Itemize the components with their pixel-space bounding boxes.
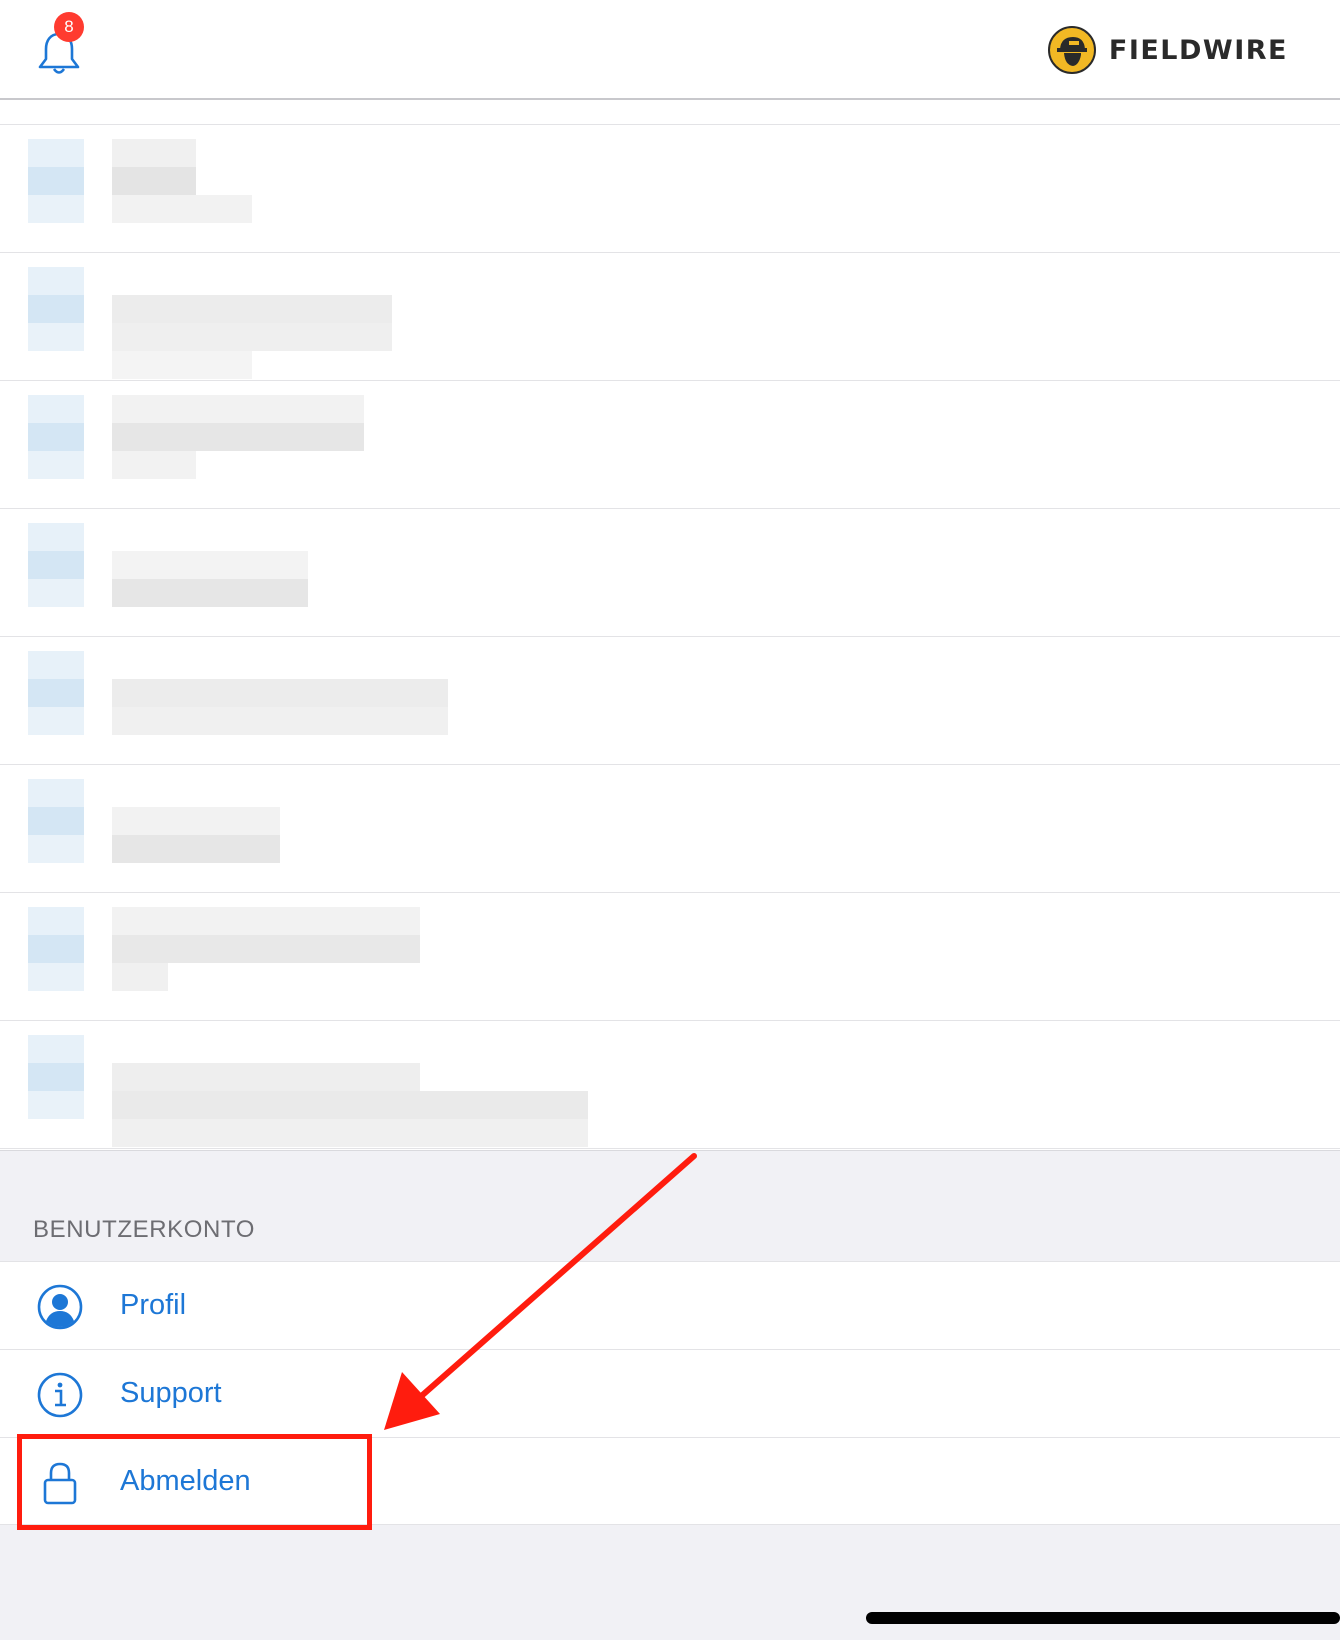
obscured-avatar-block: [28, 167, 84, 195]
project-row[interactable]: [0, 637, 1340, 765]
project-row[interactable]: [0, 893, 1340, 1021]
notification-badge: 8: [54, 12, 84, 42]
project-row[interactable]: [0, 381, 1340, 509]
user-circle-icon: [37, 1284, 83, 1330]
menu-item-label: Abmelden: [120, 1464, 251, 1497]
menu-item-support[interactable]: Support: [0, 1349, 1340, 1437]
account-menu: Profil Support Abmelden: [0, 1261, 1340, 1525]
obscured-text-block: [112, 679, 448, 707]
obscured-avatar-block: [28, 835, 84, 863]
obscured-text-block: [112, 807, 280, 835]
obscured-avatar-block: [28, 935, 84, 963]
fieldwire-logo-icon: [1047, 26, 1096, 74]
obscured-avatar-block: [28, 707, 84, 735]
lock-icon: [43, 1462, 77, 1505]
obscured-avatar-block: [28, 267, 84, 295]
obscured-text-block: [112, 1119, 588, 1147]
obscured-avatar-block: [28, 523, 84, 551]
obscured-avatar-block: [28, 579, 84, 607]
top-bar: 8 FIELDWIRE: [0, 0, 1340, 100]
menu-item-abmelden[interactable]: Abmelden: [0, 1437, 1340, 1525]
obscured-text-block: [112, 579, 308, 607]
obscured-text-block: [112, 1091, 588, 1119]
menu-item-label: Profil: [120, 1289, 187, 1321]
obscured-text-block: [112, 167, 196, 195]
info-circle-icon: [37, 1372, 83, 1418]
obscured-text-block: [112, 935, 420, 963]
section-title: BENUTZERKONTO: [33, 1216, 256, 1243]
obscured-text-block: [112, 551, 308, 579]
project-row[interactable]: [0, 1021, 1340, 1149]
home-indicator: [866, 1612, 1340, 1624]
obscured-text-block: [112, 707, 448, 735]
obscured-text-block: [112, 295, 392, 323]
menu-item-label: Support: [120, 1377, 222, 1409]
obscured-avatar-block: [28, 807, 84, 835]
obscured-text-block: [112, 907, 420, 935]
obscured-avatar-block: [28, 423, 84, 451]
obscured-text-block: [112, 451, 196, 479]
obscured-text-block: [112, 423, 364, 451]
obscured-avatar-block: [28, 323, 84, 351]
project-row[interactable]: [0, 509, 1340, 637]
brand-logo: FIELDWIRE: [1047, 24, 1288, 76]
obscured-avatar-block: [28, 963, 84, 991]
project-row[interactable]: [0, 253, 1340, 381]
obscured-avatar-block: [28, 907, 84, 935]
obscured-text-block: [112, 195, 252, 223]
obscured-text-block: [112, 835, 280, 863]
obscured-avatar-block: [28, 551, 84, 579]
obscured-avatar-block: [28, 779, 84, 807]
obscured-avatar-block: [28, 1091, 84, 1119]
obscured-text-block: [112, 1063, 420, 1091]
obscured-avatar-block: [28, 139, 84, 167]
obscured-avatar-block: [28, 1063, 84, 1091]
obscured-avatar-block: [28, 451, 84, 479]
obscured-avatar-block: [28, 395, 84, 423]
obscured-text-block: [112, 351, 252, 379]
obscured-text-block: [112, 395, 364, 423]
obscured-text-block: [112, 323, 392, 351]
project-row[interactable]: [0, 125, 1340, 253]
obscured-avatar-block: [28, 651, 84, 679]
menu-item-profil[interactable]: Profil: [0, 1261, 1340, 1349]
obscured-text-block: [112, 139, 196, 167]
obscured-text-block: [112, 963, 168, 991]
obscured-avatar-block: [28, 679, 84, 707]
obscured-avatar-block: [28, 1035, 84, 1063]
project-row[interactable]: [0, 765, 1340, 893]
obscured-avatar-block: [28, 195, 84, 223]
obscured-avatar-block: [28, 295, 84, 323]
project-list: [0, 125, 1340, 1149]
brand-name: FIELDWIRE: [1108, 34, 1288, 66]
